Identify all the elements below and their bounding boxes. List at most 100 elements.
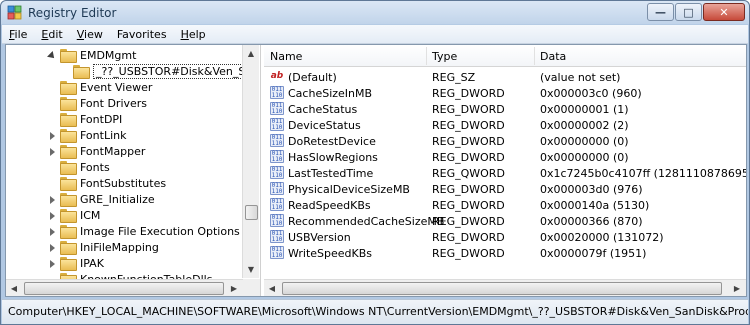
tree-item-label: IniFileMapping: [80, 240, 159, 254]
tree-item[interactable]: ICM: [48, 207, 100, 223]
list-horizontal-scroll-thumb[interactable]: [282, 282, 722, 295]
tree-vertical-scroll-thumb[interactable]: [245, 205, 258, 220]
menu-help[interactable]: Help: [174, 28, 213, 41]
minimize-button[interactable]: —: [647, 3, 674, 21]
tree-item-label: FontDPI: [80, 112, 123, 126]
binary-value-icon: 011 110: [270, 230, 284, 243]
value-row[interactable]: 011 110 ReadSpeedKBs REG_DWORD 0x0000140a…: [264, 197, 746, 213]
value-row[interactable]: 011 110 CacheSizeInMB REG_DWORD 0x000003c…: [264, 85, 746, 101]
value-data: 0x00000366 (870): [540, 215, 643, 228]
value-row[interactable]: 011 110 WriteSpeedKBs REG_DWORD 0x0000079…: [264, 245, 746, 261]
status-bar-path: Computer\HKEY_LOCAL_MACHINE\SOFTWARE\Mic…: [2, 299, 748, 324]
folder-icon: [60, 48, 77, 63]
tree-vertical-scrollbar[interactable]: ▲ ▼: [242, 45, 259, 278]
value-name: DeviceStatus: [288, 119, 361, 132]
value-row[interactable]: 011 110 RecommendedCacheSizeMB REG_DWORD …: [264, 213, 746, 229]
value-row[interactable]: 011 110 USBVersion REG_DWORD 0x00020000 (…: [264, 229, 746, 245]
tree-item[interactable]: Image File Execution Options: [48, 223, 240, 239]
value-data: 0x0000079f (1951): [540, 247, 647, 260]
tree-horizontal-scroll-thumb[interactable]: [24, 282, 224, 295]
value-type: REG_QWORD: [432, 167, 505, 180]
folder-icon: [60, 144, 77, 159]
tree-item[interactable]: Fonts: [48, 159, 110, 175]
title-bar[interactable]: Registry Editor — □ ✕: [1, 1, 749, 24]
value-type: REG_DWORD: [432, 151, 505, 164]
folder-icon: [60, 96, 77, 111]
value-type: REG_DWORD: [432, 87, 505, 100]
binary-value-icon: 011 110: [270, 246, 284, 259]
value-name: WriteSpeedKBs: [288, 247, 373, 260]
tree-item[interactable]: FontLink: [48, 127, 126, 143]
tree-item[interactable]: IniFileMapping: [48, 239, 159, 255]
value-row[interactable]: 011 110 DeviceStatus REG_DWORD 0x00000002…: [264, 117, 746, 133]
value-name: USBVersion: [288, 231, 351, 244]
menu-file[interactable]: File: [2, 28, 34, 41]
tree-item[interactable]: GRE_Initialize: [48, 191, 155, 207]
folder-icon: [60, 256, 77, 271]
expand-arrow-icon[interactable]: [48, 131, 57, 140]
tree-item[interactable]: FontMapper: [48, 143, 145, 159]
close-button[interactable]: ✕: [703, 3, 745, 21]
value-row[interactable]: 011 110 PhysicalDeviceSizeMB REG_DWORD 0x…: [264, 181, 746, 197]
tree-item-label: _??_USBSTOR#Disk&Ven_SanDi:: [93, 63, 260, 79]
folder-open-icon: [73, 64, 90, 79]
folder-icon: [60, 192, 77, 207]
collapse-arrow-icon[interactable]: [48, 51, 57, 60]
tree-item-selected[interactable]: _??_USBSTOR#Disk&Ven_SanDi:: [73, 63, 260, 79]
scroll-right-arrow-icon[interactable]: ▶: [729, 280, 745, 296]
value-name: LastTestedTime: [288, 167, 374, 180]
scroll-left-arrow-icon[interactable]: ◀: [6, 280, 22, 296]
value-row[interactable]: 011 110 CacheStatus REG_DWORD 0x00000001 …: [264, 101, 746, 117]
maximize-button[interactable]: □: [675, 3, 702, 21]
value-type: REG_SZ: [432, 71, 476, 84]
value-data: 0x0000140a (5130): [540, 199, 650, 212]
value-data: 0x00000002 (2): [540, 119, 629, 132]
tree-item[interactable]: Font Drivers: [48, 95, 147, 111]
scroll-up-arrow-icon[interactable]: ▲: [243, 45, 259, 61]
tree-item-label: IPAK: [80, 256, 104, 270]
tree-item[interactable]: FontDPI: [48, 111, 122, 127]
binary-value-icon: 011 110: [270, 166, 284, 179]
scroll-left-arrow-icon[interactable]: ◀: [264, 280, 280, 296]
tree-item[interactable]: EMDMgmt: [48, 47, 136, 63]
value-data: 0x00000000 (0): [540, 151, 629, 164]
expand-arrow-icon[interactable]: [48, 211, 57, 220]
tree-item[interactable]: IPAK: [48, 255, 104, 271]
expand-arrow-icon[interactable]: [48, 227, 57, 236]
column-header-name[interactable]: Name: [270, 50, 302, 63]
binary-value-icon: 011 110: [270, 198, 284, 211]
expand-arrow-icon[interactable]: [48, 259, 57, 268]
menu-favorites[interactable]: Favorites: [110, 28, 174, 41]
tree-item-label: FontLink: [80, 128, 127, 142]
expand-arrow-icon[interactable]: [48, 195, 57, 204]
folder-icon: [60, 224, 77, 239]
key-tree-pane: EMDMgmt _??_USBSTOR#Disk&Ven_SanDi: Even…: [6, 45, 260, 296]
binary-value-icon: 011 110: [270, 86, 284, 99]
folder-icon: [60, 240, 77, 255]
value-row[interactable]: 011 110 DoRetestDevice REG_DWORD 0x000000…: [264, 133, 746, 149]
menu-edit[interactable]: Edit: [34, 28, 69, 41]
value-type: REG_DWORD: [432, 119, 505, 132]
expand-arrow-icon[interactable]: [48, 147, 57, 156]
tree-item[interactable]: FontSubstitutes: [48, 175, 166, 191]
value-data: 0x000003d0 (976): [540, 183, 643, 196]
tree-item[interactable]: Event Viewer: [48, 79, 152, 95]
folder-icon: [60, 160, 77, 175]
value-type: REG_DWORD: [432, 183, 505, 196]
tree-horizontal-scrollbar[interactable]: ◀ ▶: [6, 279, 243, 296]
column-header-data[interactable]: Data: [540, 50, 566, 63]
column-header-type[interactable]: Type: [432, 50, 457, 63]
value-row[interactable]: 011 110 HasSlowRegions REG_DWORD 0x000000…: [264, 149, 746, 165]
expand-arrow-icon[interactable]: [48, 243, 57, 252]
menu-bar: File Edit View Favorites Help: [2, 25, 748, 44]
tree-item-label: Image File Execution Options: [80, 224, 240, 238]
value-row[interactable]: 011 110 LastTestedTime REG_QWORD 0x1c7245…: [264, 165, 746, 181]
list-horizontal-scrollbar[interactable]: ◀ ▶: [264, 279, 746, 296]
binary-value-icon: 011 110: [270, 182, 284, 195]
menu-view[interactable]: View: [70, 28, 110, 41]
value-type: REG_DWORD: [432, 215, 505, 228]
minimize-icon: —: [655, 5, 666, 19]
scroll-down-arrow-icon[interactable]: ▼: [243, 261, 259, 277]
scroll-right-arrow-icon[interactable]: ▶: [226, 280, 242, 296]
value-row[interactable]: ab (Default) REG_SZ (value not set): [264, 69, 746, 85]
